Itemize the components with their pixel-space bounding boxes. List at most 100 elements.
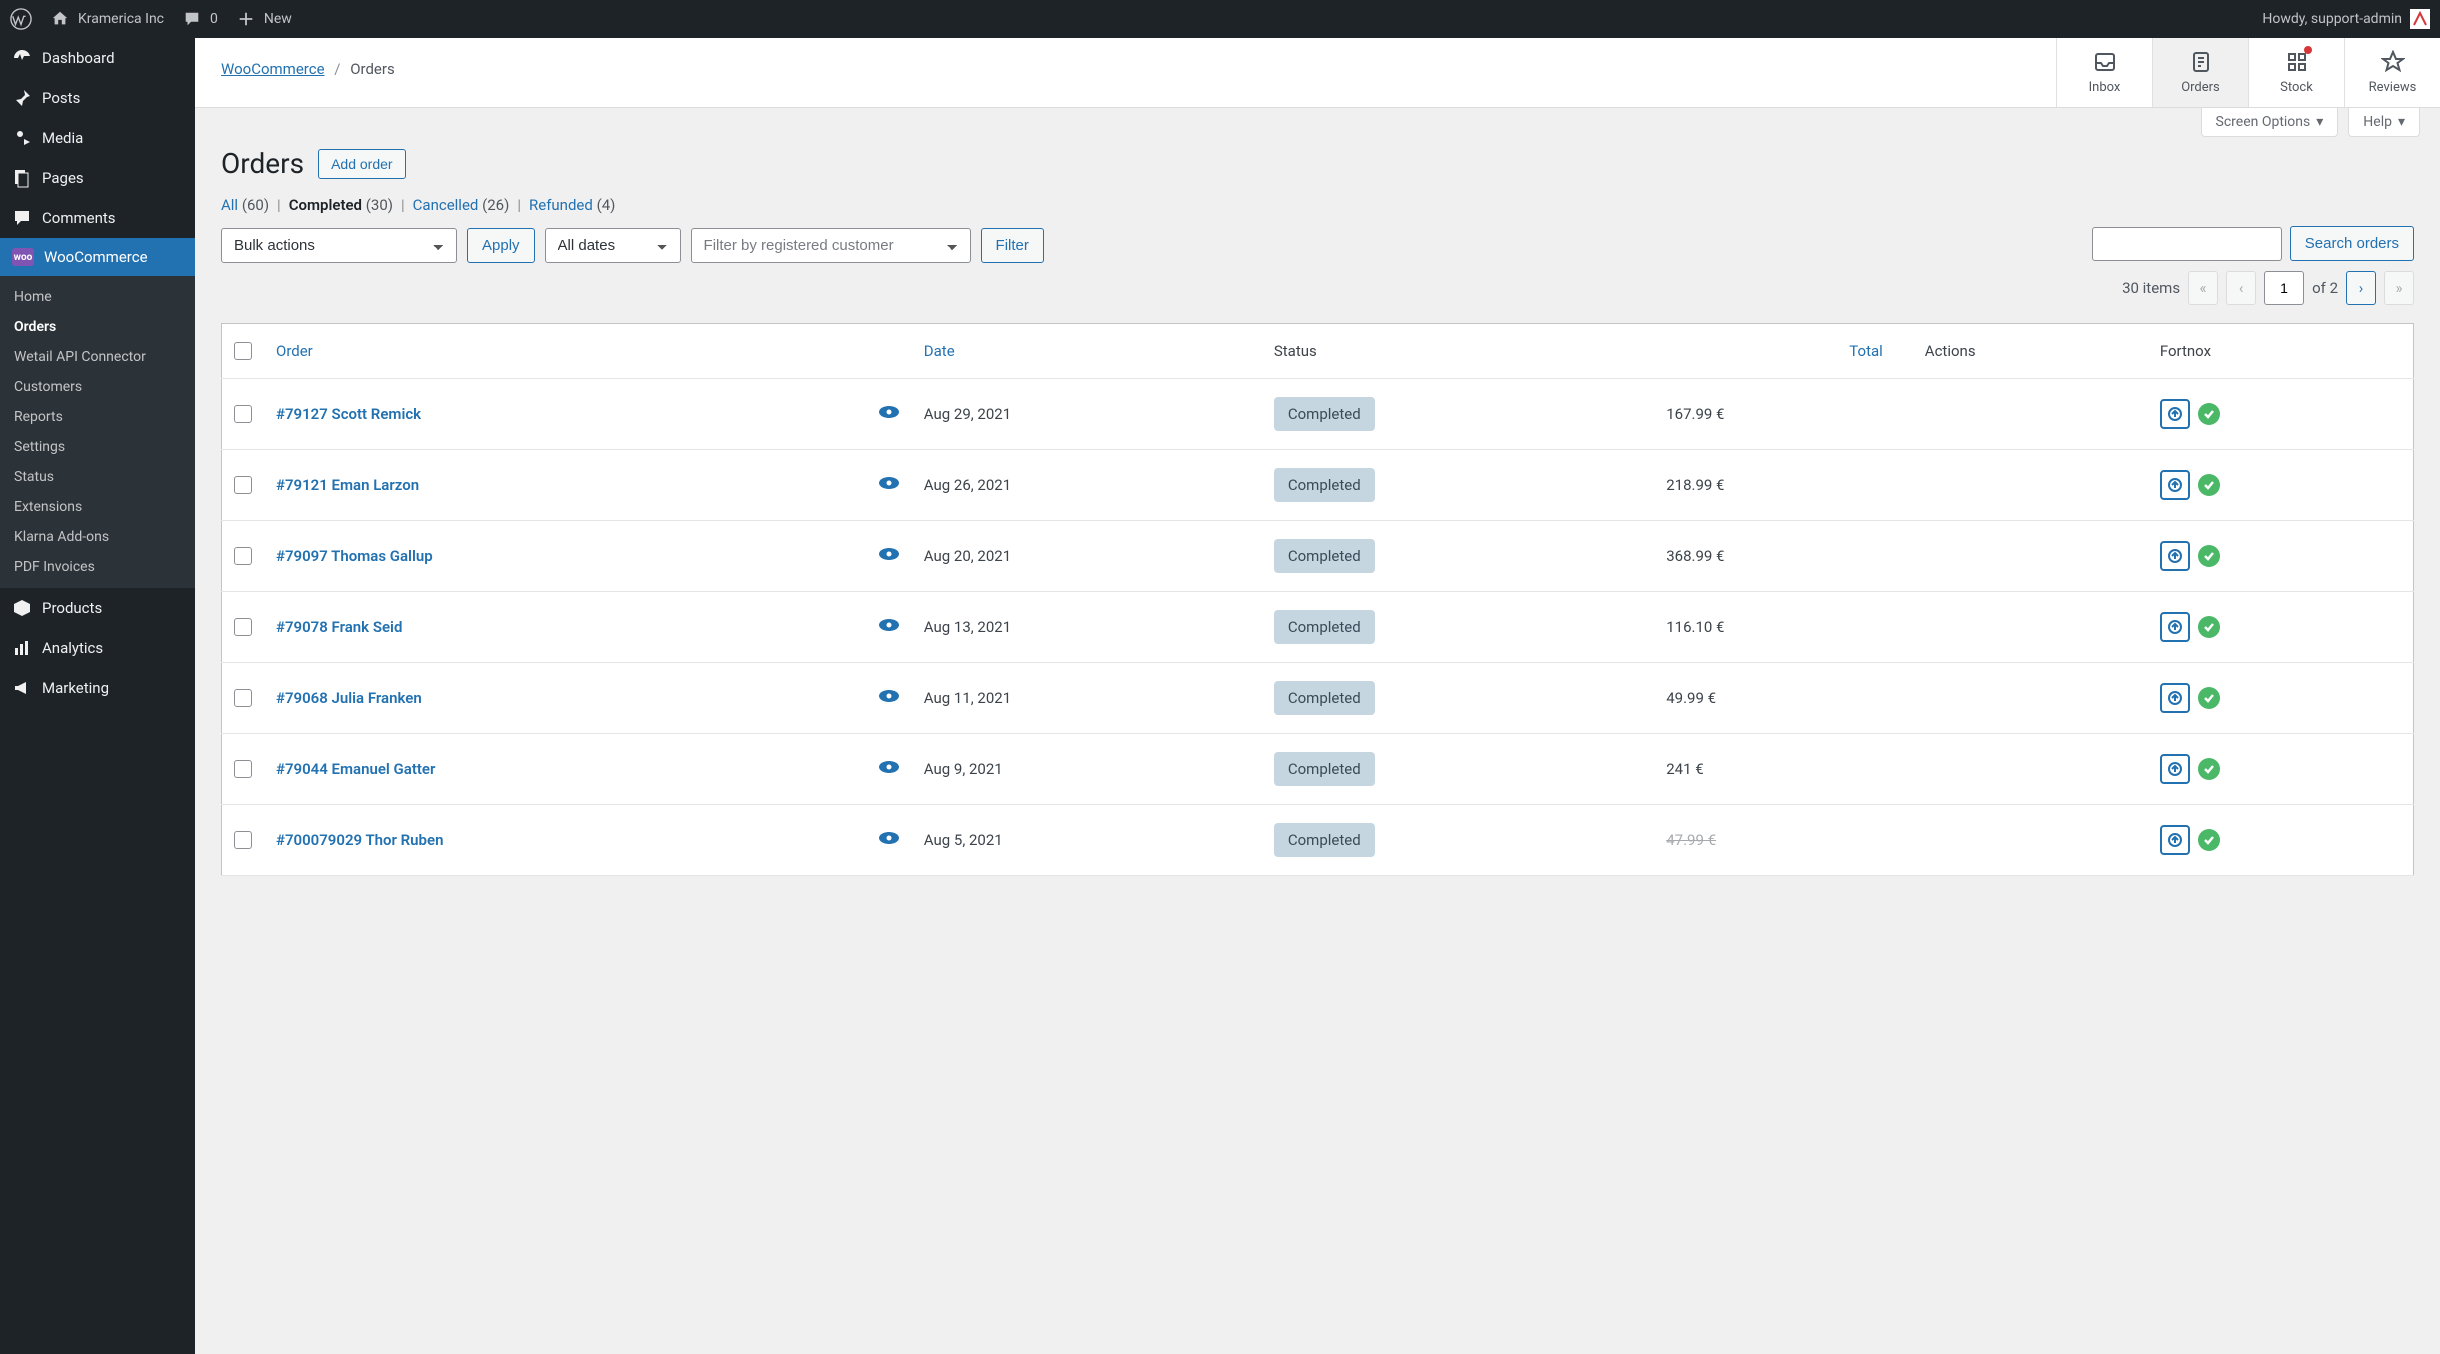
header-row: WooCommerce / Orders InboxOrdersStockRev… <box>195 38 2440 108</box>
sidebar-item-analytics[interactable]: Analytics <box>0 628 195 668</box>
row-checkbox[interactable] <box>234 760 252 778</box>
apply-button[interactable]: Apply <box>467 228 535 263</box>
header-tab-inbox[interactable]: Inbox <box>2056 38 2152 107</box>
sidebar-item-products[interactable]: Products <box>0 588 195 628</box>
bulk-actions-select[interactable]: Bulk actions <box>221 228 457 263</box>
header-tab-label: Inbox <box>2057 80 2152 95</box>
next-page-button[interactable]: › <box>2346 271 2376 305</box>
site-home-link[interactable]: Kramerica Inc <box>50 9 164 29</box>
submenu-item-home[interactable]: Home <box>0 282 195 312</box>
filter-completed[interactable]: Completed <box>289 196 362 214</box>
fortnox-sync-button[interactable] <box>2160 825 2190 855</box>
date-filter-select[interactable]: All dates <box>545 228 681 263</box>
preview-icon[interactable] <box>878 549 900 565</box>
pin-icon <box>12 88 32 108</box>
status-badge: Completed <box>1274 681 1375 715</box>
breadcrumb-root[interactable]: WooCommerce <box>221 60 325 78</box>
add-order-button[interactable]: Add order <box>318 149 405 179</box>
submenu-item-customers[interactable]: Customers <box>0 372 195 402</box>
status-badge: Completed <box>1274 468 1375 502</box>
header-tab-stock[interactable]: Stock <box>2248 38 2344 107</box>
submenu-item-pdf-invoices[interactable]: PDF Invoices <box>0 552 195 582</box>
customer-filter-select[interactable]: Filter by registered customer <box>691 228 971 263</box>
sidebar-item-marketing[interactable]: Marketing <box>0 668 195 708</box>
fortnox-sync-button[interactable] <box>2160 612 2190 642</box>
screen-options-tab[interactable]: Screen Options ▾ <box>2201 108 2339 137</box>
preview-icon[interactable] <box>878 762 900 778</box>
row-checkbox[interactable] <box>234 689 252 707</box>
order-date: Aug 20, 2021 <box>912 521 1262 592</box>
header-tab-orders[interactable]: Orders <box>2152 38 2248 107</box>
fortnox-ok-icon <box>2198 758 2220 780</box>
filter-refunded[interactable]: Refunded <box>529 196 593 214</box>
filter-all[interactable]: All <box>221 196 238 214</box>
header-tab-reviews[interactable]: Reviews <box>2344 38 2440 107</box>
sidebar-item-posts[interactable]: Posts <box>0 78 195 118</box>
sidebar-item-label: Dashboard <box>42 49 115 67</box>
row-checkbox[interactable] <box>234 831 252 849</box>
woo-icon: woo <box>12 248 34 266</box>
status-badge: Completed <box>1274 397 1375 431</box>
fortnox-sync-button[interactable] <box>2160 399 2190 429</box>
fortnox-sync-button[interactable] <box>2160 754 2190 784</box>
current-page-input[interactable] <box>2264 271 2304 305</box>
order-date: Aug 26, 2021 <box>912 450 1262 521</box>
sidebar-item-media[interactable]: Media <box>0 118 195 158</box>
fortnox-sync-button[interactable] <box>2160 683 2190 713</box>
submenu-item-klarna-add-ons[interactable]: Klarna Add-ons <box>0 522 195 552</box>
sidebar-item-comments[interactable]: Comments <box>0 198 195 238</box>
submenu-item-orders[interactable]: Orders <box>0 312 195 342</box>
row-checkbox[interactable] <box>234 405 252 423</box>
preview-icon[interactable] <box>878 407 900 423</box>
comments-link[interactable]: 0 <box>182 9 218 29</box>
row-checkbox[interactable] <box>234 547 252 565</box>
order-link[interactable]: #79127 Scott Remick <box>276 405 421 423</box>
submenu-item-extensions[interactable]: Extensions <box>0 492 195 522</box>
row-checkbox[interactable] <box>234 476 252 494</box>
search-input[interactable] <box>2092 227 2282 261</box>
search-orders-button[interactable]: Search orders <box>2290 226 2414 261</box>
col-order[interactable]: Order <box>264 324 866 379</box>
sidebar-item-label: Analytics <box>42 639 103 657</box>
wp-logo[interactable] <box>10 8 32 30</box>
submenu-item-wetail-api-connector[interactable]: Wetail API Connector <box>0 342 195 372</box>
fortnox-ok-icon <box>2198 616 2220 638</box>
order-link[interactable]: #79078 Frank Seid <box>276 618 402 636</box>
preview-icon[interactable] <box>878 478 900 494</box>
row-checkbox[interactable] <box>234 618 252 636</box>
fortnox-sync-button[interactable] <box>2160 470 2190 500</box>
preview-icon[interactable] <box>878 833 900 849</box>
filter-button[interactable]: Filter <box>981 228 1044 263</box>
fortnox-sync-button[interactable] <box>2160 541 2190 571</box>
sidebar-item-pages[interactable]: Pages <box>0 158 195 198</box>
order-link[interactable]: #79044 Emanuel Gatter <box>276 760 435 778</box>
sidebar-item-label: Comments <box>42 209 116 227</box>
col-date[interactable]: Date <box>912 324 1262 379</box>
order-link[interactable]: #79097 Thomas Gallup <box>276 547 433 565</box>
preview-icon[interactable] <box>878 691 900 707</box>
order-link[interactable]: #79068 Julia Franken <box>276 689 422 707</box>
first-page-button[interactable]: « <box>2188 271 2218 305</box>
page-icon <box>12 168 32 188</box>
new-content-link[interactable]: New <box>236 9 292 29</box>
sidebar-item-woocommerce[interactable]: wooWooCommerce <box>0 238 195 276</box>
select-all-checkbox[interactable] <box>234 342 252 360</box>
submenu-item-status[interactable]: Status <box>0 462 195 492</box>
table-row: #79097 Thomas GallupAug 20, 2021Complete… <box>222 521 2414 592</box>
sidebar-item-dashboard[interactable]: Dashboard <box>0 38 195 78</box>
order-link[interactable]: #79121 Eman Larzon <box>276 476 419 494</box>
filter-cancelled[interactable]: Cancelled <box>413 196 479 214</box>
preview-icon[interactable] <box>878 620 900 636</box>
megaphone-icon <box>12 678 32 698</box>
chart-icon <box>12 638 32 658</box>
last-page-button[interactable]: » <box>2384 271 2414 305</box>
submenu-item-settings[interactable]: Settings <box>0 432 195 462</box>
help-tab[interactable]: Help ▾ <box>2348 108 2420 137</box>
col-total[interactable]: Total <box>1654 324 1913 379</box>
order-link[interactable]: #700079029 Thor Ruben <box>276 831 443 849</box>
prev-page-button[interactable]: ‹ <box>2226 271 2256 305</box>
account-link[interactable]: Howdy, support-admin <box>2262 9 2430 29</box>
table-row: #79068 Julia FrankenAug 11, 2021Complete… <box>222 663 2414 734</box>
items-count: 30 items <box>2122 279 2180 297</box>
submenu-item-reports[interactable]: Reports <box>0 402 195 432</box>
